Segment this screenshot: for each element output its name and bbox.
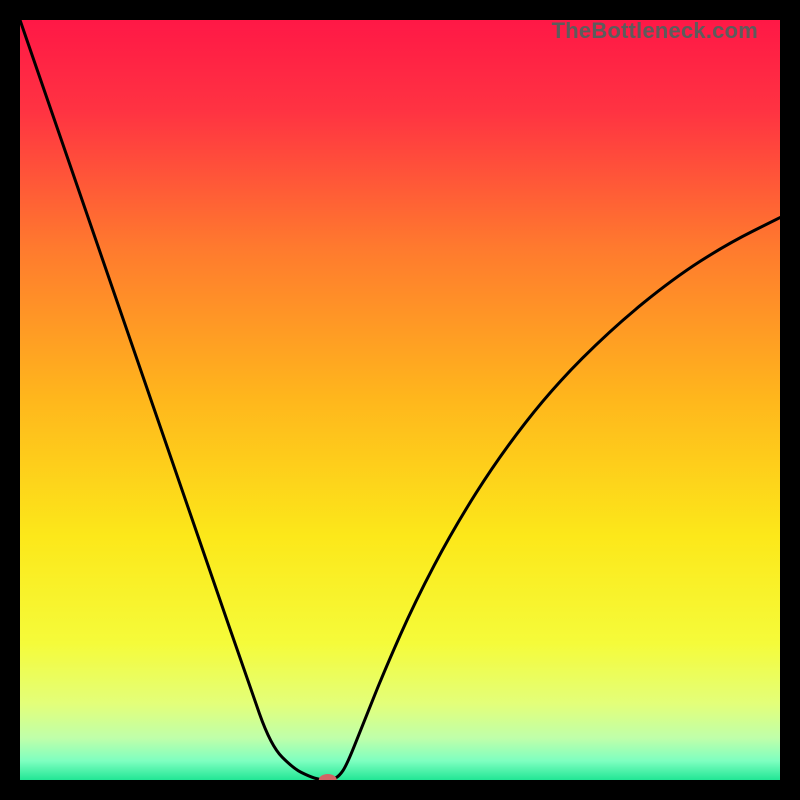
- bottleneck-chart: [20, 20, 780, 780]
- watermark-text: TheBottleneck.com: [552, 18, 758, 44]
- chart-frame: TheBottleneck.com: [20, 20, 780, 780]
- chart-background: [20, 20, 780, 780]
